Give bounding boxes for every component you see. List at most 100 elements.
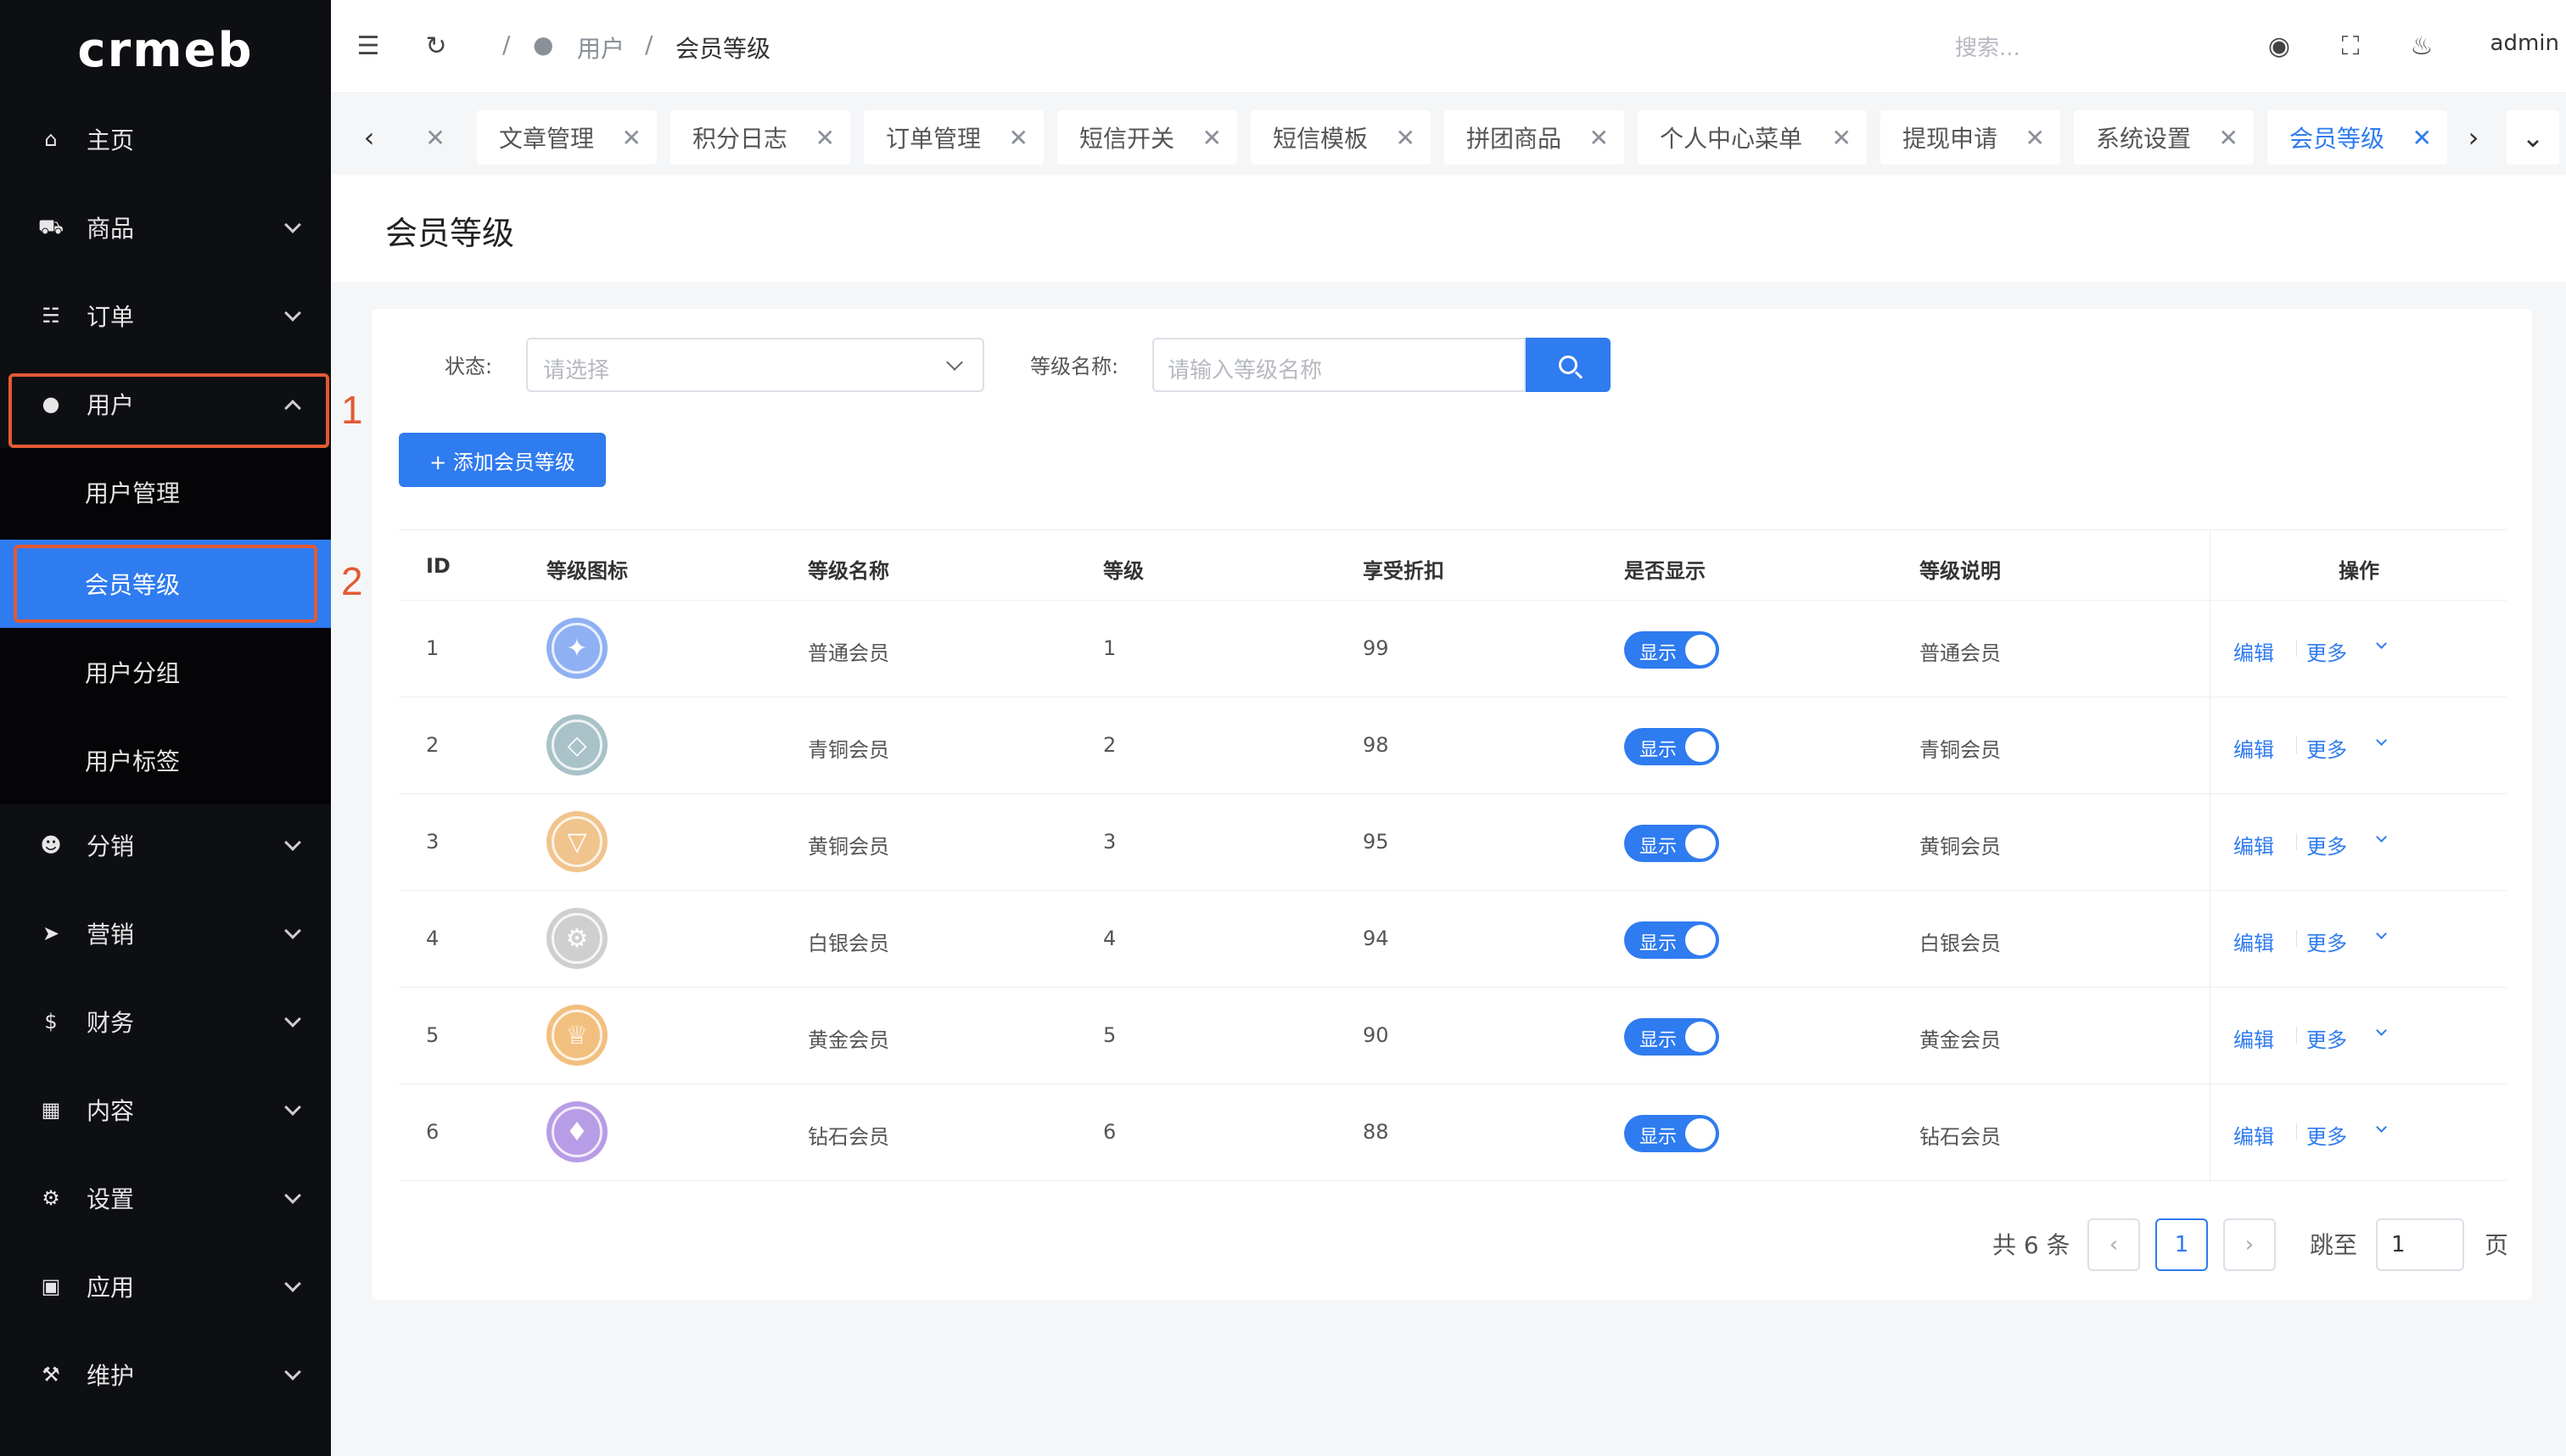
submenu-item-user-management[interactable]: 用户管理	[0, 448, 331, 536]
header-search[interactable]: 搜索...	[1955, 31, 2020, 62]
bell-icon[interactable]: ♨	[2405, 29, 2439, 63]
tab-menu-chevron-icon[interactable]: ⌄	[2507, 110, 2559, 165]
sidebar-item-distribution[interactable]: ☻ 分销	[0, 801, 331, 889]
close-icon[interactable]: ✕	[1832, 124, 1852, 152]
cell-description: 普通会员	[1919, 641, 2001, 665]
sidebar-item-label: 订单	[87, 303, 135, 331]
tab-item[interactable]: 积分日志 ✕	[670, 110, 850, 165]
cell-grade: 5	[1103, 1023, 1117, 1047]
search-button[interactable]	[1526, 338, 1611, 392]
next-page-button[interactable]: ›	[2223, 1218, 2276, 1271]
sidebar-item-label: 分销	[87, 832, 135, 860]
op-divider	[2296, 640, 2297, 657]
page-title: 会员等级	[385, 215, 515, 252]
sidebar-item-apps[interactable]: ▣ 应用	[0, 1242, 331, 1330]
show-toggle[interactable]: 显示	[1624, 1018, 1719, 1056]
cell-discount: 99	[1363, 636, 1389, 660]
edit-link[interactable]: 编辑	[2233, 927, 2274, 956]
close-icon[interactable]: ✕	[1396, 124, 1415, 152]
tab-label: 拼团商品	[1466, 125, 1562, 153]
tab-scroll-left-icon[interactable]: ‹	[356, 110, 382, 165]
submenu-item-user-group[interactable]: 用户分组	[0, 628, 331, 716]
app-logo: crmeb	[77, 22, 254, 78]
cell-grade: 6	[1103, 1120, 1117, 1144]
cell-description: 白银会员	[1919, 932, 2001, 955]
cell-id: 1	[426, 636, 440, 660]
sidebar-item-marketing[interactable]: ➤ 营销	[0, 889, 331, 977]
cell-grade: 2	[1103, 733, 1117, 757]
tab-item[interactable]: 系统设置 ✕	[2074, 110, 2254, 165]
cell-id: 4	[426, 927, 440, 950]
edit-link[interactable]: 编辑	[2233, 1023, 2274, 1053]
breadcrumb-item[interactable]: 用户	[577, 31, 625, 64]
edit-link[interactable]: 编辑	[2233, 733, 2274, 763]
record-icon[interactable]: ◉	[2262, 29, 2296, 63]
sidebar-item-maintenance[interactable]: ⚒ 维护	[0, 1330, 331, 1419]
show-toggle[interactable]: 显示	[1624, 631, 1719, 669]
refresh-icon[interactable]: ↻	[419, 29, 453, 63]
highlight-box-users	[8, 373, 329, 448]
fullscreen-icon[interactable]: ⛶	[2333, 29, 2367, 63]
sidebar-item-settings[interactable]: ⚙ 设置	[0, 1154, 331, 1242]
level-icon-star: ✦	[546, 618, 608, 679]
more-link[interactable]: 更多	[2306, 733, 2347, 763]
close-icon[interactable]: ✕	[2412, 124, 2432, 152]
tab-scroll-right-icon[interactable]: ›	[2461, 110, 2486, 165]
close-icon[interactable]: ✕	[2219, 124, 2238, 152]
submenu-item-user-tag[interactable]: 用户标签	[0, 716, 331, 804]
tab-item[interactable]: 短信开关 ✕	[1057, 110, 1237, 165]
level-name-input[interactable]: 请输入等级名称	[1152, 338, 1526, 392]
edit-link[interactable]: 编辑	[2233, 830, 2274, 860]
column-header: 等级	[1103, 559, 1144, 583]
close-icon[interactable]: ✕	[815, 124, 835, 152]
close-icon[interactable]: ✕	[1009, 124, 1028, 152]
cell-grade: 3	[1103, 830, 1117, 854]
add-member-level-button[interactable]: + 添加会员等级	[399, 433, 606, 487]
tab-item[interactable]: 提现申请 ✕	[1880, 110, 2060, 165]
tab-item[interactable]: 订单管理 ✕	[864, 110, 1044, 165]
cell-name: 黄金会员	[808, 1028, 889, 1052]
chevron-down-icon	[2376, 638, 2387, 649]
submenu-label: 用户标签	[85, 748, 181, 776]
more-link[interactable]: 更多	[2306, 830, 2347, 860]
show-toggle[interactable]: 显示	[1624, 825, 1719, 862]
tab-label: 个人中心菜单	[1660, 125, 1803, 153]
sidebar-item-orders[interactable]: ☵ 订单	[0, 272, 331, 360]
sidebar-item-products[interactable]: ⛟ 商品	[0, 183, 331, 272]
more-link[interactable]: 更多	[2306, 636, 2347, 666]
chevron-down-icon	[946, 354, 963, 371]
sidebar-item-finance[interactable]: $ 财务	[0, 977, 331, 1066]
more-link[interactable]: 更多	[2306, 1023, 2347, 1053]
annotation-number: 2	[341, 559, 363, 603]
tab-item[interactable]: 文章管理 ✕	[477, 110, 657, 165]
close-icon[interactable]: ✕	[622, 124, 642, 152]
jump-page-input[interactable]: 1	[2376, 1218, 2464, 1271]
username[interactable]: admin	[2490, 31, 2559, 56]
sidebar-item-home[interactable]: ⌂ 主页	[0, 95, 331, 183]
column-header: 等级说明	[1919, 559, 2001, 583]
tab-item[interactable]: 拼团商品 ✕	[1444, 110, 1624, 165]
prev-page-button[interactable]: ‹	[2087, 1218, 2140, 1271]
edit-link[interactable]: 编辑	[2233, 1120, 2274, 1150]
page-number-button[interactable]: 1	[2155, 1218, 2208, 1271]
more-link[interactable]: 更多	[2306, 927, 2347, 956]
close-icon[interactable]: ✕	[1589, 124, 1609, 152]
show-toggle[interactable]: 显示	[1624, 728, 1719, 765]
show-toggle[interactable]: 显示	[1624, 921, 1719, 959]
sidebar-item-content[interactable]: ▦ 内容	[0, 1066, 331, 1154]
more-link[interactable]: 更多	[2306, 1120, 2347, 1150]
status-select[interactable]: 请选择	[526, 338, 984, 392]
cell-discount: 98	[1363, 733, 1389, 757]
column-header: 操作	[2339, 559, 2379, 583]
tab-item-active[interactable]: 会员等级 ✕	[2267, 110, 2447, 165]
close-icon[interactable]: ✕	[2025, 124, 2045, 152]
chevron-down-icon	[2376, 832, 2387, 843]
close-icon[interactable]: ✕	[1202, 124, 1222, 152]
close-icon[interactable]: ✕	[423, 110, 448, 165]
highlight-box-member-level	[14, 545, 317, 623]
edit-link[interactable]: 编辑	[2233, 636, 2274, 666]
show-toggle[interactable]: 显示	[1624, 1115, 1719, 1152]
collapse-menu-icon[interactable]: ☰	[351, 29, 385, 63]
tab-item[interactable]: 短信模板 ✕	[1251, 110, 1431, 165]
tab-item[interactable]: 个人中心菜单 ✕	[1638, 110, 1867, 165]
